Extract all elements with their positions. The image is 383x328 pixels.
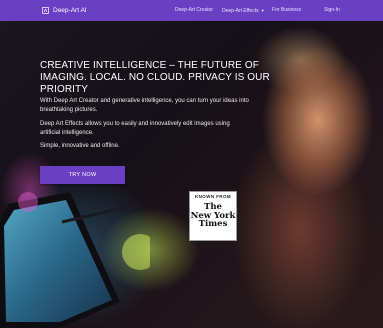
tablet-illustration [0, 192, 150, 328]
nav-item-sign-in[interactable]: Sign-In [324, 0, 340, 21]
known-from-label: KNOWN FROM [195, 194, 231, 199]
try-now-button[interactable]: TRY NOW [40, 166, 125, 184]
known-from-badge: KNOWN FROM The New York Times [189, 191, 237, 241]
chevron-down-icon: ▼ [260, 8, 265, 13]
brand-name: Deep-Art AI [53, 7, 87, 14]
nav-item-label: Deep-Art Effects [222, 7, 259, 14]
hero-paragraph-creator: With Deep Art Creator and generative int… [40, 98, 249, 113]
hero-paragraph-effects: Deep Art Effects allows you to easily an… [40, 121, 230, 136]
nyt-logo-line: Times [198, 219, 228, 229]
top-navbar: Deep-Art AI Deep-Art Creator Deep-Art Ef… [0, 0, 383, 21]
hero-headline: CREATIVE INTELLIGENCE – THE FUTURE OF IM… [40, 60, 270, 95]
brand-logo-link[interactable]: Deep-Art AI [42, 7, 87, 14]
page: Deep-Art AI Deep-Art Creator Deep-Art Ef… [0, 0, 383, 328]
hero-paragraph-simple: Simple, innovative and offline. [40, 143, 120, 149]
nav-item-for-business[interactable]: For Business [272, 0, 301, 21]
nav-item-deep-art-effects[interactable]: Deep-Art Effects ▼ [222, 0, 265, 21]
nyt-logo: The New York Times [190, 203, 236, 229]
brand-logo-icon [42, 7, 49, 14]
hero-background-image [0, 0, 383, 328]
nav-item-deep-art-creator[interactable]: Deep-Art Creator [175, 0, 213, 21]
